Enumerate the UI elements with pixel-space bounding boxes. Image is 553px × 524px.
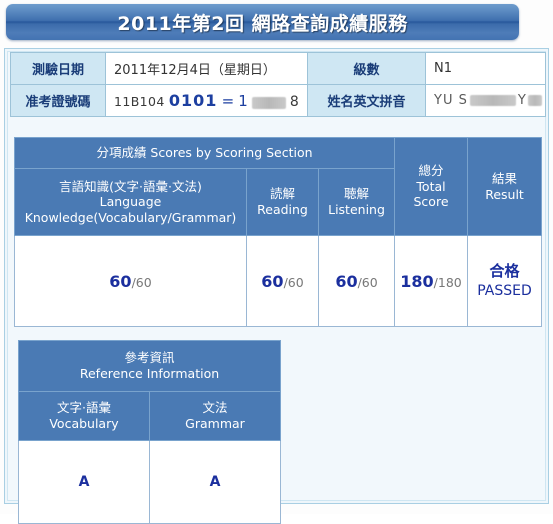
reading-score: 60 bbox=[261, 271, 284, 291]
result-header-cn: 結果 bbox=[492, 170, 518, 186]
redaction-block-name-1 bbox=[469, 95, 516, 106]
result-header-en: Result bbox=[485, 186, 524, 202]
exam-number-equals: = bbox=[221, 92, 235, 110]
vocabulary-header-en: Vocabulary bbox=[49, 416, 119, 431]
language-knowledge-max: /60 bbox=[131, 274, 152, 290]
vocabulary-grade: A bbox=[18, 440, 150, 524]
result-page: 2011年第2回 網路查詢成績服務 測驗日期 2011年12月4日（星期日） 級… bbox=[0, 0, 553, 524]
total-score-header-cn: 總分 bbox=[418, 163, 444, 179]
reading-header-en: Reading bbox=[257, 202, 308, 217]
language-knowledge-header: 言語知識(文字·語彙·文法) Language Knowledge(Vocabu… bbox=[14, 168, 247, 236]
name-romanization-value: YU S Y bbox=[425, 84, 546, 117]
grammar-header-cn: 文法 bbox=[202, 399, 228, 415]
exam-date-value: 2011年12月4日（星期日） bbox=[105, 52, 308, 85]
exam-number-label: 准考證號碼 bbox=[10, 84, 106, 117]
page-title-bar: 2011年第2回 網路查詢成績服務 bbox=[6, 4, 519, 40]
reading-header-cn: 読解 bbox=[269, 186, 295, 202]
reading-header: 読解 Reading bbox=[246, 168, 319, 236]
reading-score-cell: 60/60 bbox=[246, 235, 319, 327]
language-knowledge-score-cell: 60/60 bbox=[14, 235, 247, 327]
vocabulary-header-cn: 文字·語彙 bbox=[57, 399, 111, 415]
candidate-info-table: 測驗日期 2011年12月4日（星期日） 級數 N1 准考證號碼 11B104 … bbox=[10, 52, 546, 117]
total-max: /180 bbox=[433, 274, 462, 290]
reference-title-en: Reference Information bbox=[79, 366, 220, 381]
page-title: 2011年第2回 網路查詢成績服務 bbox=[117, 12, 408, 35]
grammar-header-en: Grammar bbox=[185, 416, 245, 431]
table-row: 60/60 60/60 60/60 180/180 合格 PASSED bbox=[14, 235, 543, 327]
reference-information-table: 參考資訊 Reference Information 文字·語彙 Vocabul… bbox=[18, 340, 281, 524]
language-knowledge-score: 60 bbox=[109, 271, 132, 291]
result-value-cn: 合格 bbox=[489, 262, 520, 281]
result-cell: 合格 PASSED bbox=[467, 235, 543, 327]
grammar-grade: A bbox=[149, 440, 281, 524]
exam-number-mid: 0101 bbox=[168, 91, 218, 110]
reference-title-cn: 參考資訊 bbox=[124, 349, 175, 365]
name-mid: Y bbox=[517, 93, 527, 108]
table-row: A A bbox=[18, 440, 281, 524]
table-row: 准考證號碼 11B104 0101 = 1 8 姓名英文拼音 YU S Y bbox=[10, 84, 546, 117]
total-score-header-en-1: Total bbox=[416, 178, 446, 194]
reference-title-row: 參考資訊 Reference Information bbox=[18, 340, 281, 392]
name-prefix: YU S bbox=[434, 93, 468, 108]
total-score-cell: 180/180 bbox=[394, 235, 469, 327]
scores-section-header: 分項成績 Scores by Scoring Section bbox=[13, 137, 396, 169]
language-knowledge-header-en-2: Knowledge(Vocabulary/Grammar) bbox=[24, 209, 237, 225]
exam-number-tail: 8 bbox=[289, 94, 299, 110]
reference-title: 參考資訊 Reference Information bbox=[18, 340, 281, 392]
listening-header-en: Listening bbox=[328, 202, 385, 217]
exam-number-value: 11B104 0101 = 1 8 bbox=[105, 84, 308, 117]
result-value-en: PASSED bbox=[477, 282, 532, 299]
listening-score-cell: 60/60 bbox=[317, 235, 396, 327]
exam-number-prefix: 11B104 bbox=[114, 94, 165, 109]
total-score-header-en-2: Score bbox=[413, 194, 449, 210]
total-score-header: 總分 Total Score bbox=[394, 137, 469, 236]
scores-section-header-row: 分項成績 Scores by Scoring Section 總分 Total … bbox=[13, 137, 543, 236]
listening-max: /60 bbox=[357, 274, 378, 290]
level-value: N1 bbox=[425, 52, 546, 85]
exam-date-label: 測驗日期 bbox=[10, 52, 106, 85]
reading-max: /60 bbox=[283, 274, 304, 290]
language-knowledge-header-en-1: Language bbox=[99, 194, 162, 210]
level-label: 級數 bbox=[307, 52, 426, 85]
grammar-header: 文法 Grammar bbox=[149, 391, 281, 441]
redaction-block-exam-number bbox=[251, 96, 286, 109]
name-romanization-label: 姓名英文拼音 bbox=[307, 84, 426, 117]
table-row: 測驗日期 2011年12月4日（星期日） 級數 N1 bbox=[10, 52, 546, 85]
result-header: 結果 Result bbox=[467, 137, 543, 236]
language-knowledge-header-cn: 言語知識(文字·語彙·文法) bbox=[59, 178, 202, 194]
redaction-block-name-2 bbox=[527, 95, 542, 106]
listening-header-cn: 聴解 bbox=[344, 186, 370, 202]
exam-number-after-equals: 1 bbox=[238, 92, 248, 110]
listening-header: 聴解 Listening bbox=[317, 168, 396, 236]
listening-score: 60 bbox=[335, 271, 358, 291]
reference-column-header-row: 文字·語彙 Vocabulary 文法 Grammar bbox=[18, 391, 281, 441]
scores-table: 分項成績 Scores by Scoring Section 總分 Total … bbox=[13, 137, 543, 327]
vocabulary-header: 文字·語彙 Vocabulary bbox=[18, 391, 150, 441]
total-score: 180 bbox=[400, 271, 434, 291]
